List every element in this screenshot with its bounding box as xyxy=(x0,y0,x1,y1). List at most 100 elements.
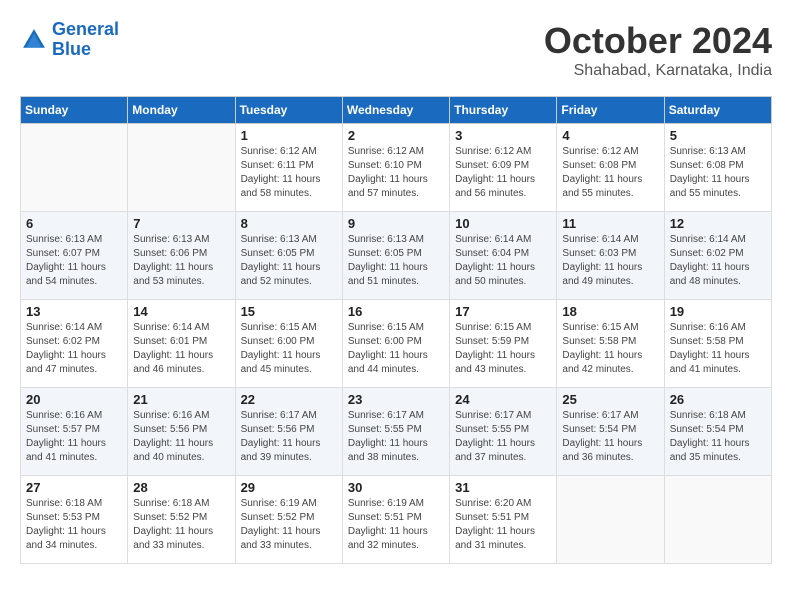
day-info: Sunrise: 6:14 AM Sunset: 6:01 PM Dayligh… xyxy=(133,321,229,377)
calendar-cell: 31Sunrise: 6:20 AM Sunset: 5:51 PM Dayli… xyxy=(450,476,557,564)
calendar-cell: 22Sunrise: 6:17 AM Sunset: 5:56 PM Dayli… xyxy=(235,388,342,476)
calendar-cell xyxy=(664,476,771,564)
day-number: 8 xyxy=(241,216,337,231)
weekday-header: Monday xyxy=(128,97,235,124)
day-number: 30 xyxy=(348,480,444,495)
calendar-cell: 5 Sunrise: 6:13 AM Sunset: 6:08 PM Daylig… xyxy=(664,124,771,212)
calendar-cell xyxy=(557,476,664,564)
day-info: Sunrise: 6:15 AM Sunset: 5:59 PM Dayligh… xyxy=(455,321,551,377)
calendar-cell: 28 Sunrise: 6:18 AM Sunset: 5:52 PM Dayli… xyxy=(128,476,235,564)
day-info: Sunrise: 6:16 AM Sunset: 5:56 PM Dayligh… xyxy=(133,409,229,465)
day-number: 23 xyxy=(348,392,444,407)
day-info: Sunrise: 6:14 AM Sunset: 6:04 PM Dayligh… xyxy=(455,233,551,289)
day-number: 17 xyxy=(455,304,551,319)
calendar-table: SundayMondayTuesdayWednesdayThursdayFrid… xyxy=(20,96,772,564)
day-info: Sunrise: 6:17 AM Sunset: 5:54 PM Dayligh… xyxy=(562,409,658,465)
day-number: 16 xyxy=(348,304,444,319)
day-number: 3 xyxy=(455,128,551,143)
calendar-cell: 25 Sunrise: 6:17 AM Sunset: 5:54 PM Dayli… xyxy=(557,388,664,476)
day-number: 14 xyxy=(133,304,229,319)
day-number: 2 xyxy=(348,128,444,143)
weekday-header: Saturday xyxy=(664,97,771,124)
calendar-cell: 14 Sunrise: 6:14 AM Sunset: 6:01 PM Dayli… xyxy=(128,300,235,388)
calendar-cell: 11 Sunrise: 6:14 AM Sunset: 6:03 PM Dayli… xyxy=(557,212,664,300)
calendar-week-row: 13 Sunrise: 6:14 AM Sunset: 6:02 PM Dayli… xyxy=(21,300,772,388)
logo: General Blue xyxy=(20,20,119,60)
day-number: 27 xyxy=(26,480,122,495)
day-info: Sunrise: 6:14 AM Sunset: 6:02 PM Dayligh… xyxy=(670,233,766,289)
calendar-cell: 24Sunrise: 6:17 AM Sunset: 5:55 PM Dayli… xyxy=(450,388,557,476)
day-info: Sunrise: 6:19 AM Sunset: 5:51 PM Dayligh… xyxy=(348,497,444,553)
day-info: Sunrise: 6:18 AM Sunset: 5:54 PM Dayligh… xyxy=(670,409,766,465)
day-info: Sunrise: 6:12 AM Sunset: 6:10 PM Dayligh… xyxy=(348,145,444,201)
day-number: 6 xyxy=(26,216,122,231)
day-info: Sunrise: 6:12 AM Sunset: 6:08 PM Dayligh… xyxy=(562,145,658,201)
calendar-week-row: 20Sunrise: 6:16 AM Sunset: 5:57 PM Dayli… xyxy=(21,388,772,476)
day-info: Sunrise: 6:13 AM Sunset: 6:08 PM Dayligh… xyxy=(670,145,766,201)
day-info: Sunrise: 6:15 AM Sunset: 6:00 PM Dayligh… xyxy=(348,321,444,377)
location-subtitle: Shahabad, Karnataka, India xyxy=(544,62,772,80)
logo-line1: General xyxy=(52,19,119,39)
calendar-cell: 6 Sunrise: 6:13 AM Sunset: 6:07 PM Daylig… xyxy=(21,212,128,300)
weekday-header: Friday xyxy=(557,97,664,124)
calendar-cell: 20Sunrise: 6:16 AM Sunset: 5:57 PM Dayli… xyxy=(21,388,128,476)
day-info: Sunrise: 6:15 AM Sunset: 6:00 PM Dayligh… xyxy=(241,321,337,377)
calendar-cell: 16 Sunrise: 6:15 AM Sunset: 6:00 PM Dayli… xyxy=(342,300,449,388)
day-number: 11 xyxy=(562,216,658,231)
weekday-header: Sunday xyxy=(21,97,128,124)
calendar-cell: 4 Sunrise: 6:12 AM Sunset: 6:08 PM Daylig… xyxy=(557,124,664,212)
calendar-week-row: 1 Sunrise: 6:12 AM Sunset: 6:11 PM Daylig… xyxy=(21,124,772,212)
day-info: Sunrise: 6:13 AM Sunset: 6:07 PM Dayligh… xyxy=(26,233,122,289)
day-number: 22 xyxy=(241,392,337,407)
day-number: 4 xyxy=(562,128,658,143)
calendar-cell: 18Sunrise: 6:15 AM Sunset: 5:58 PM Dayli… xyxy=(557,300,664,388)
calendar-cell: 7 Sunrise: 6:13 AM Sunset: 6:06 PM Daylig… xyxy=(128,212,235,300)
calendar-header: SundayMondayTuesdayWednesdayThursdayFrid… xyxy=(21,97,772,124)
calendar-cell: 9 Sunrise: 6:13 AM Sunset: 6:05 PM Daylig… xyxy=(342,212,449,300)
day-info: Sunrise: 6:13 AM Sunset: 6:06 PM Dayligh… xyxy=(133,233,229,289)
day-info: Sunrise: 6:20 AM Sunset: 5:51 PM Dayligh… xyxy=(455,497,551,553)
day-info: Sunrise: 6:18 AM Sunset: 5:52 PM Dayligh… xyxy=(133,497,229,553)
calendar-week-row: 27 Sunrise: 6:18 AM Sunset: 5:53 PM Dayli… xyxy=(21,476,772,564)
day-number: 28 xyxy=(133,480,229,495)
day-info: Sunrise: 6:12 AM Sunset: 6:11 PM Dayligh… xyxy=(241,145,337,201)
calendar-cell: 2 Sunrise: 6:12 AM Sunset: 6:10 PM Daylig… xyxy=(342,124,449,212)
day-number: 13 xyxy=(26,304,122,319)
logo-text: General Blue xyxy=(52,20,119,60)
day-info: Sunrise: 6:12 AM Sunset: 6:09 PM Dayligh… xyxy=(455,145,551,201)
calendar-cell: 8 Sunrise: 6:13 AM Sunset: 6:05 PM Daylig… xyxy=(235,212,342,300)
weekday-header: Wednesday xyxy=(342,97,449,124)
calendar-cell: 13 Sunrise: 6:14 AM Sunset: 6:02 PM Dayli… xyxy=(21,300,128,388)
calendar-week-row: 6 Sunrise: 6:13 AM Sunset: 6:07 PM Daylig… xyxy=(21,212,772,300)
day-info: Sunrise: 6:14 AM Sunset: 6:02 PM Dayligh… xyxy=(26,321,122,377)
day-number: 26 xyxy=(670,392,766,407)
day-info: Sunrise: 6:18 AM Sunset: 5:53 PM Dayligh… xyxy=(26,497,122,553)
calendar-cell: 27 Sunrise: 6:18 AM Sunset: 5:53 PM Dayli… xyxy=(21,476,128,564)
day-info: Sunrise: 6:17 AM Sunset: 5:55 PM Dayligh… xyxy=(455,409,551,465)
day-info: Sunrise: 6:13 AM Sunset: 6:05 PM Dayligh… xyxy=(241,233,337,289)
calendar-cell: 15Sunrise: 6:15 AM Sunset: 6:00 PM Dayli… xyxy=(235,300,342,388)
calendar-cell: 3 Sunrise: 6:12 AM Sunset: 6:09 PM Daylig… xyxy=(450,124,557,212)
day-number: 1 xyxy=(241,128,337,143)
calendar-cell: 30 Sunrise: 6:19 AM Sunset: 5:51 PM Dayli… xyxy=(342,476,449,564)
day-number: 19 xyxy=(670,304,766,319)
title-block: October 2024 Shahabad, Karnataka, India xyxy=(544,20,772,80)
calendar-cell: 23 Sunrise: 6:17 AM Sunset: 5:55 PM Dayli… xyxy=(342,388,449,476)
day-number: 29 xyxy=(241,480,337,495)
day-number: 21 xyxy=(133,392,229,407)
day-number: 9 xyxy=(348,216,444,231)
day-number: 12 xyxy=(670,216,766,231)
day-number: 10 xyxy=(455,216,551,231)
day-number: 20 xyxy=(26,392,122,407)
calendar-cell: 1 Sunrise: 6:12 AM Sunset: 6:11 PM Daylig… xyxy=(235,124,342,212)
day-info: Sunrise: 6:14 AM Sunset: 6:03 PM Dayligh… xyxy=(562,233,658,289)
calendar-cell: 21 Sunrise: 6:16 AM Sunset: 5:56 PM Dayli… xyxy=(128,388,235,476)
day-info: Sunrise: 6:13 AM Sunset: 6:05 PM Dayligh… xyxy=(348,233,444,289)
calendar-cell xyxy=(21,124,128,212)
day-number: 18 xyxy=(562,304,658,319)
calendar-body: 1 Sunrise: 6:12 AM Sunset: 6:11 PM Daylig… xyxy=(21,124,772,564)
day-number: 25 xyxy=(562,392,658,407)
day-info: Sunrise: 6:17 AM Sunset: 5:55 PM Dayligh… xyxy=(348,409,444,465)
day-number: 7 xyxy=(133,216,229,231)
day-number: 5 xyxy=(670,128,766,143)
